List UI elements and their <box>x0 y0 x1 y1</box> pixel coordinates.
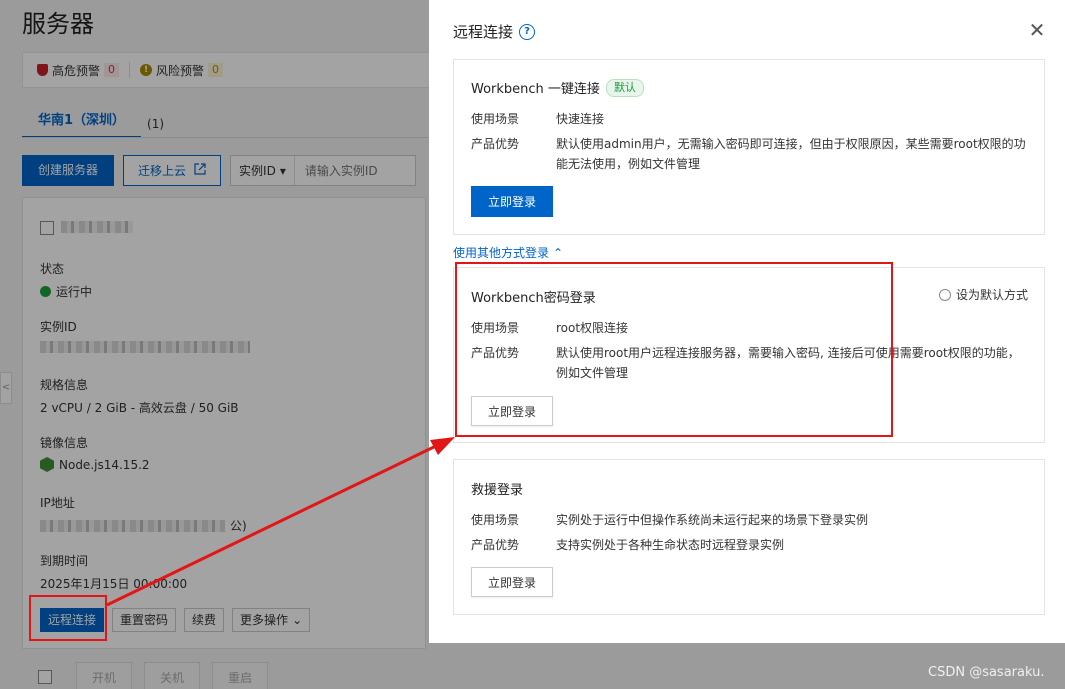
default-badge: 默认 <box>605 78 644 97</box>
annotation-highlight-password-card <box>455 262 893 437</box>
one-click-scenario-row: 使用场景 快速连接 <box>471 109 1026 129</box>
annotation-highlight-remote-button <box>29 595 107 641</box>
other-methods-link[interactable]: 使用其他方式登录 ⌃ <box>453 244 563 261</box>
advantage-label: 产品优势 <box>471 137 520 151</box>
workbench-one-click-card: Workbench 一键连接 默认 使用场景 快速连接 产品优势 默认使用adm… <box>453 59 1045 235</box>
rescue-login-card: 救援登录 使用场景 实例处于运行中但操作系统尚未运行起来的场景下登录实例 产品优… <box>453 459 1045 615</box>
one-click-login-button[interactable]: 立即登录 <box>471 186 553 217</box>
close-icon[interactable]: ✕ <box>1027 20 1047 40</box>
set-default-label: 设为默认方式 <box>956 288 1029 302</box>
one-click-title-row: Workbench 一键连接 默认 <box>471 78 644 97</box>
rescue-advantage: 支持实例处于各种生命状态时远程登录实例 <box>556 538 785 552</box>
rescue-title: 救援登录 <box>471 483 524 498</box>
rescue-scenario: 实例处于运行中但操作系统尚未运行起来的场景下登录实例 <box>556 513 869 527</box>
one-click-advantage: 默认使用admin用户，无需输入密码即可连接，但由于权限原因，某些需要root权… <box>556 137 1026 171</box>
drawer-title: 远程连接 ? <box>453 21 536 42</box>
scenario-label: 使用场景 <box>471 112 520 126</box>
one-click-title: Workbench 一键连接 <box>471 82 600 97</box>
one-click-scenario: 快速连接 <box>556 112 605 126</box>
chevron-up-icon: ⌃ <box>553 245 564 260</box>
set-default-radio[interactable]: 设为默认方式 <box>939 286 1028 303</box>
watermark: CSDN @sasaraku. <box>928 665 1045 680</box>
scenario-label: 使用场景 <box>471 513 520 527</box>
rescue-scenario-row: 使用场景 实例处于运行中但操作系统尚未运行起来的场景下登录实例 <box>471 510 1026 530</box>
rescue-advantage-row: 产品优势 支持实例处于各种生命状态时远程登录实例 <box>471 535 1026 555</box>
radio-icon <box>939 288 951 301</box>
help-icon[interactable]: ? <box>519 23 536 40</box>
drawer-title-text: 远程连接 <box>453 23 514 41</box>
rescue-login-button[interactable]: 立即登录 <box>471 567 553 597</box>
other-methods-label: 使用其他方式登录 <box>453 246 550 260</box>
one-click-advantage-row: 产品优势 默认使用admin用户，无需输入密码即可连接，但由于权限原因，某些需要… <box>471 134 1026 174</box>
advantage-label: 产品优势 <box>471 538 520 552</box>
